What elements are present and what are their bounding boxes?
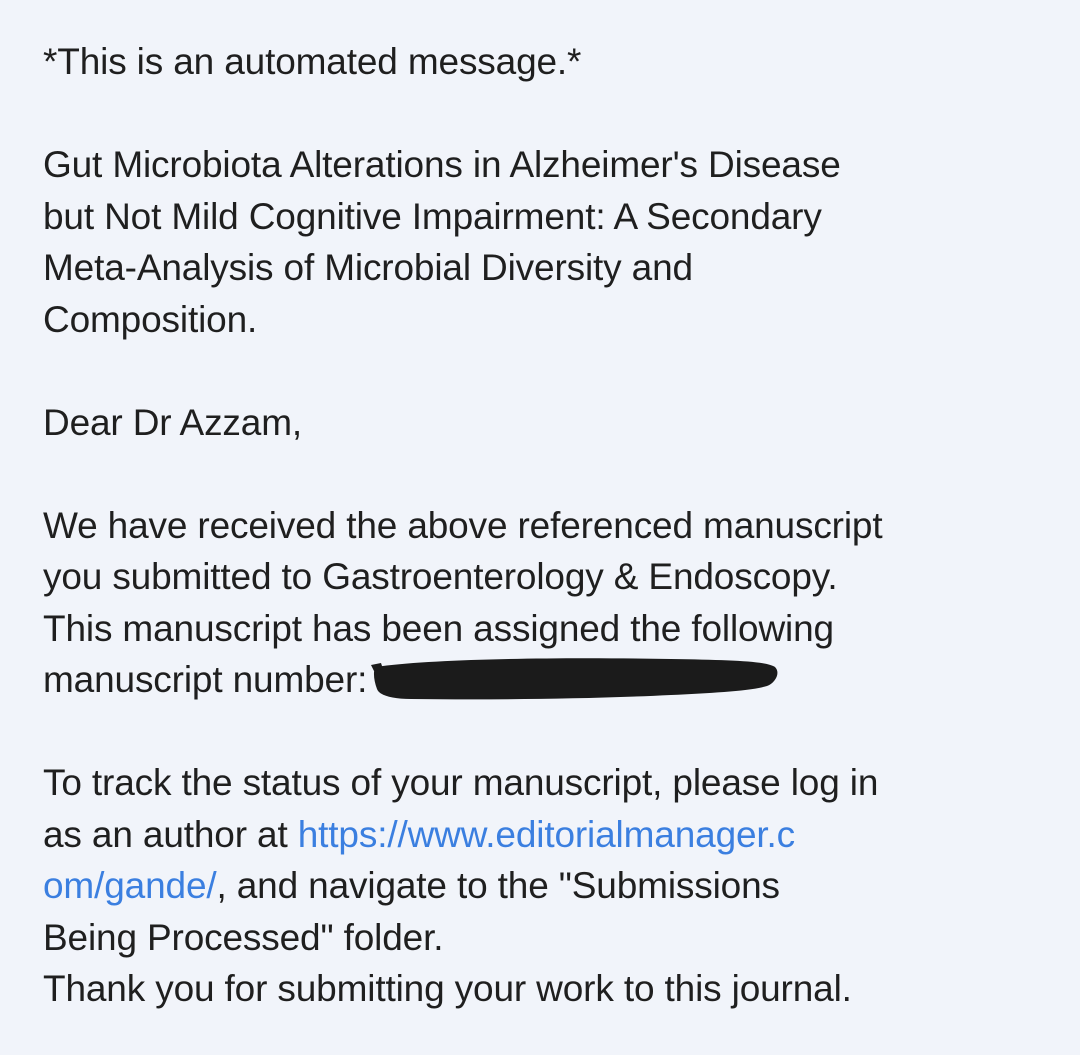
redaction-mark: [371, 655, 781, 701]
received-line: you submitted to Gastroenterology & Endo…: [43, 556, 838, 597]
received-line: We have received the above referenced ma…: [43, 504, 883, 546]
tracking-paragraph: To track the status of your manuscript, …: [43, 757, 1053, 1015]
title-line: Gut Microbiota Alterations in Alzheimer'…: [43, 144, 841, 185]
track-line: Being Processed" folder.: [43, 916, 444, 958]
track-line: To track the status of your manuscript, …: [43, 762, 879, 803]
track-line-prefix: as an author at: [43, 813, 298, 855]
editorial-manager-link-continued[interactable]: om/gande/: [43, 865, 217, 906]
track-line-suffix: , and navigate to the "Submissions: [216, 865, 781, 906]
greeting-text: Dear Dr Azzam,: [43, 401, 303, 443]
track-line: as an author at https://www.editorialman…: [43, 809, 1053, 861]
manuscript-number-label: manuscript number:: [43, 659, 368, 700]
manuscript-title: Gut Microbiota Alterations in Alzheimer'…: [43, 139, 1053, 345]
automated-notice-text: *This is an automated message.*: [43, 41, 582, 82]
manuscript-number-line: manuscript number:: [43, 654, 1053, 706]
received-line: This manuscript has been assigned the fo…: [43, 607, 834, 649]
automated-notice: *This is an automated message.*: [43, 36, 1053, 88]
track-line: om/gande/, and navigate to the "Submissi…: [43, 860, 1053, 912]
title-line: but Not Mild Cognitive Impairment: A Sec…: [43, 195, 822, 237]
editorial-manager-link[interactable]: https://www.editorialmanager.c: [298, 814, 795, 855]
title-line: Composition.: [43, 298, 258, 340]
title-line: Meta-Analysis of Microbial Diversity and: [43, 247, 693, 288]
email-body: *This is an automated message.* Gut Micr…: [43, 36, 1053, 1015]
thanks-line: Thank you for submitting your work to th…: [43, 968, 852, 1009]
received-paragraph: We have received the above referenced ma…: [43, 500, 1053, 706]
greeting: Dear Dr Azzam,: [43, 397, 1053, 449]
